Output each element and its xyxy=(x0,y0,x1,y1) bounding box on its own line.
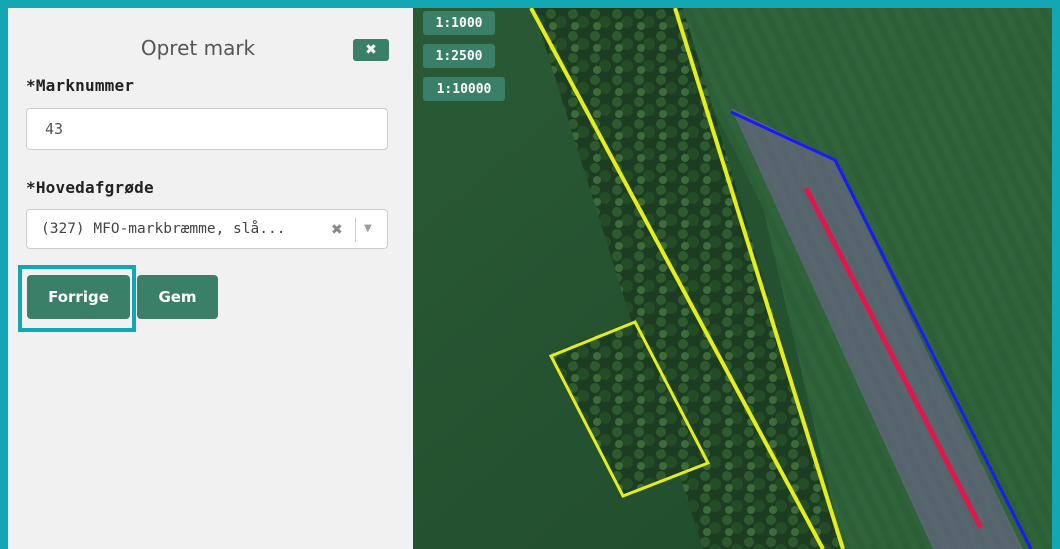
panel-title: Opret mark xyxy=(140,36,256,60)
field-number-input[interactable]: 43 xyxy=(26,108,388,150)
close-icon: ✖ xyxy=(365,42,377,58)
main-crop-label: *Hovedafgrøde xyxy=(26,178,154,197)
main-crop-selected-value: (327) MFO-markbræmme, slå... xyxy=(41,221,286,237)
select-divider xyxy=(355,218,356,242)
main-crop-select[interactable]: (327) MFO-markbræmme, slå... ✖ ▼ xyxy=(26,209,388,249)
scale-1000-button[interactable]: 1:1000 xyxy=(423,11,495,35)
scale-10000-button[interactable]: 1:10000 xyxy=(423,77,505,101)
aerial-map xyxy=(413,8,1052,549)
chevron-down-icon[interactable]: ▼ xyxy=(364,210,372,248)
map-view[interactable]: 1:1000 1:2500 1:10000 xyxy=(413,8,1052,549)
clear-selection-icon[interactable]: ✖ xyxy=(331,210,343,250)
field-number-label: *Marknummer xyxy=(26,76,135,95)
scale-2500-button[interactable]: 1:2500 xyxy=(423,44,495,68)
save-button[interactable]: Gem xyxy=(137,275,218,319)
previous-button-highlight xyxy=(18,265,136,332)
close-button[interactable]: ✖ xyxy=(353,39,389,61)
create-field-panel: Opret mark ✖ *Marknummer 43 *Hovedafgrød… xyxy=(8,8,413,549)
app-frame: Opret mark ✖ *Marknummer 43 *Hovedafgrød… xyxy=(0,0,1060,549)
